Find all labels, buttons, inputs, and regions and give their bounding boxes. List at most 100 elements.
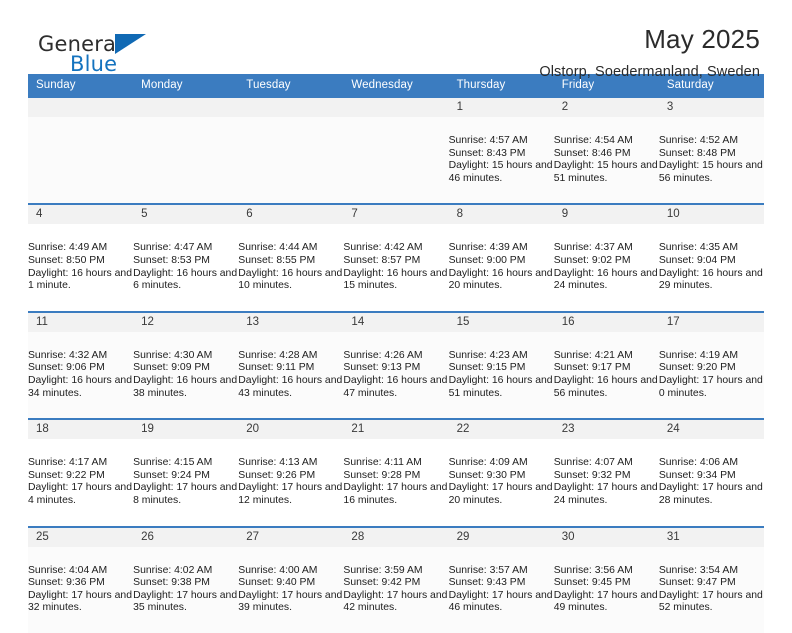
daylight-text: Daylight: 15 hours and 56 minutes. (658, 160, 763, 184)
calendar-day-cell[interactable]: 10 Sunrise: 4:35 AM Sunset: 9:04 PM Dayligh… (658, 203, 764, 312)
day-info: Sunrise: 4:02 AM Sunset: 9:38 PM Daylight:… (133, 548, 238, 631)
sunrise-text: Sunrise: 4:02 AM (133, 564, 213, 576)
sunset-text: Sunset: 8:55 PM (238, 254, 316, 266)
calendar-day-cell[interactable]: 4 Sunrise: 4:49 AM Sunset: 8:50 PM Daylight… (28, 203, 134, 312)
day-info: Sunrise: 4:39 AM Sunset: 9:00 PM Daylight:… (449, 225, 554, 308)
daylight-text: Daylight: 17 hours and 46 minutes. (448, 589, 553, 614)
calendar-day-cell[interactable]: 20 Sunrise: 4:13 AM Sunset: 9:26 PM Dayligh… (238, 418, 344, 527)
sunrise-text: Sunrise: 4:11 AM (343, 457, 422, 469)
general-blue-logo[interactable]: General Blue (38, 26, 168, 80)
calendar-day-cell[interactable]: 24 Sunrise: 4:06 AM Sunset: 9:34 PM Dayligh… (658, 418, 764, 527)
calendar-day-cell[interactable]: 26 Sunrise: 4:02 AM Sunset: 9:38 PM Dayligh… (133, 525, 239, 633)
calendar-day-cell[interactable]: 16 Sunrise: 4:21 AM Sunset: 9:17 PM Dayligh… (553, 310, 659, 420)
sunrise-text: Sunrise: 4:32 AM (28, 349, 108, 361)
daylight-text: Daylight: 16 hours and 15 minutes. (343, 267, 448, 292)
calendar-day-cell[interactable]: 8 Sunrise: 4:39 AM Sunset: 9:00 PM Daylight… (448, 203, 554, 312)
sunrise-text: Sunrise: 4:30 AM (133, 349, 213, 361)
day-number: 2 (553, 98, 659, 117)
sunrise-text: Sunrise: 4:04 AM (28, 564, 108, 576)
sunrise-text: Sunrise: 4:17 AM (28, 457, 108, 469)
daylight-text: Daylight: 15 hours and 46 minutes. (448, 160, 553, 184)
calendar-day-cell[interactable]: 2 Sunrise: 4:54 AM Sunset: 8:46 PM Daylight… (553, 95, 659, 205)
day-number-band (133, 98, 239, 117)
day-info: Sunrise: 3:56 AM Sunset: 9:45 PM Daylight:… (554, 548, 659, 631)
daylight-text: Daylight: 17 hours and 42 minutes. (343, 589, 448, 614)
daylight-text: Daylight: 17 hours and 49 minutes. (553, 589, 658, 614)
calendar-cell-empty (343, 95, 449, 205)
calendar-day-cell[interactable]: 27 Sunrise: 4:00 AM Sunset: 9:40 PM Dayligh… (238, 525, 344, 633)
calendar-day-cell[interactable]: 29 Sunrise: 3:57 AM Sunset: 9:43 PM Dayligh… (448, 525, 554, 633)
calendar-day-cell[interactable]: 23 Sunrise: 4:07 AM Sunset: 9:32 PM Dayligh… (553, 418, 659, 527)
day-info: Sunrise: 4:30 AM Sunset: 9:09 PM Daylight:… (133, 333, 238, 416)
sunset-text: Sunset: 9:15 PM (448, 362, 526, 374)
calendar-day-cell[interactable]: 3 Sunrise: 4:52 AM Sunset: 8:48 PM Daylight… (658, 95, 764, 205)
calendar-day-cell[interactable]: 21 Sunrise: 4:11 AM Sunset: 9:28 PM Dayligh… (343, 418, 449, 527)
sunrise-text: Sunrise: 4:13 AM (238, 457, 318, 469)
daylight-text: Daylight: 17 hours and 52 minutes. (658, 589, 763, 614)
daylight-text: Daylight: 17 hours and 16 minutes. (343, 482, 448, 506)
calendar-day-cell[interactable]: 19 Sunrise: 4:15 AM Sunset: 9:24 PM Dayligh… (133, 418, 239, 527)
title-block: May 2025 Olstorp, Soedermanland, Sweden (539, 25, 764, 81)
day-info: Sunrise: 4:32 AM Sunset: 9:06 PM Daylight:… (28, 333, 133, 416)
sunrise-text: Sunrise: 4:19 AM (658, 349, 738, 361)
calendar-day-cell[interactable]: 13 Sunrise: 4:28 AM Sunset: 9:11 PM Dayligh… (238, 310, 344, 420)
day-number-band (238, 98, 344, 117)
sunrise-text: Sunrise: 4:49 AM (28, 242, 108, 254)
calendar-day-cell[interactable]: 1 Sunrise: 4:57 AM Sunset: 8:43 PM Daylight… (448, 95, 554, 205)
daylight-text: Daylight: 17 hours and 24 minutes. (553, 482, 658, 506)
calendar-day-cell[interactable]: 12 Sunrise: 4:30 AM Sunset: 9:09 PM Dayligh… (133, 310, 239, 420)
calendar-day-cell[interactable]: 5 Sunrise: 4:47 AM Sunset: 8:53 PM Daylight… (133, 203, 239, 312)
calendar-day-cell[interactable]: 18 Sunrise: 4:17 AM Sunset: 9:22 PM Dayligh… (28, 418, 134, 527)
calendar-day-cell[interactable]: 14 Sunrise: 4:26 AM Sunset: 9:13 PM Dayligh… (343, 310, 449, 420)
calendar-day-cell[interactable]: 25 Sunrise: 4:04 AM Sunset: 9:36 PM Dayligh… (28, 525, 134, 633)
sunset-text: Sunset: 9:43 PM (448, 577, 526, 589)
calendar-day-cell[interactable]: 7 Sunrise: 4:42 AM Sunset: 8:57 PM Daylight… (343, 203, 449, 312)
daylight-text: Daylight: 17 hours and 39 minutes. (238, 589, 343, 614)
sunrise-text: Sunrise: 4:47 AM (133, 242, 213, 254)
day-number: 17 (658, 312, 764, 332)
calendar-day-cell[interactable]: 17 Sunrise: 4:19 AM Sunset: 9:20 PM Dayligh… (658, 310, 764, 420)
sunrise-text: Sunrise: 4:57 AM (448, 135, 528, 146)
daylight-text: Daylight: 16 hours and 20 minutes. (448, 267, 553, 292)
daylight-text: Daylight: 16 hours and 29 minutes. (658, 267, 763, 292)
day-number: 6 (238, 205, 344, 225)
sunrise-text: Sunrise: 3:59 AM (343, 564, 423, 576)
sunset-text: Sunset: 9:24 PM (133, 469, 210, 481)
calendar-cell-empty (238, 95, 344, 205)
sunrise-text: Sunrise: 4:28 AM (238, 349, 318, 361)
daylight-text: Daylight: 16 hours and 47 minutes. (343, 374, 448, 399)
calendar-day-cell[interactable]: 31 Sunrise: 3:54 AM Sunset: 9:47 PM Dayligh… (658, 525, 764, 633)
daylight-text: Daylight: 16 hours and 6 minutes. (133, 267, 238, 292)
daylight-text: Daylight: 17 hours and 28 minutes. (658, 482, 763, 506)
day-info: Sunrise: 4:54 AM Sunset: 8:46 PM Daylight:… (554, 118, 659, 201)
sunrise-text: Sunrise: 4:42 AM (343, 242, 423, 254)
calendar-day-cell[interactable]: 9 Sunrise: 4:37 AM Sunset: 9:02 PM Daylight… (553, 203, 659, 312)
sunrise-text: Sunrise: 4:07 AM (553, 457, 633, 469)
page-header: General Blue May 2025 Olstorp, Soederman… (28, 0, 764, 80)
triangle-logo-icon (115, 34, 146, 54)
sunrise-text: Sunrise: 4:39 AM (448, 242, 528, 254)
location-subtitle: Olstorp, Soedermanland, Sweden (539, 64, 760, 81)
weekday-header-wednesday: Wednesday (343, 74, 449, 97)
calendar-body: 1 Sunrise: 4:57 AM Sunset: 8:43 PM Daylight… (28, 95, 764, 633)
calendar-day-cell[interactable]: 6 Sunrise: 4:44 AM Sunset: 8:55 PM Daylight… (238, 203, 344, 312)
calendar-day-cell[interactable]: 15 Sunrise: 4:23 AM Sunset: 9:15 PM Dayligh… (448, 310, 554, 420)
calendar-day-cell[interactable]: 28 Sunrise: 3:59 AM Sunset: 9:42 PM Dayligh… (343, 525, 449, 633)
calendar-day-cell[interactable]: 22 Sunrise: 4:09 AM Sunset: 9:30 PM Dayligh… (448, 418, 554, 527)
day-number: 11 (28, 312, 134, 332)
daylight-text: Daylight: 16 hours and 24 minutes. (553, 267, 658, 292)
sunrise-text: Sunrise: 3:57 AM (448, 564, 528, 576)
logo-text-blue: Blue (70, 52, 118, 76)
sunset-text: Sunset: 9:32 PM (553, 469, 631, 481)
calendar-day-cell[interactable]: 30 Sunrise: 3:56 AM Sunset: 9:45 PM Dayligh… (553, 525, 659, 633)
daylight-text: Daylight: 16 hours and 38 minutes. (133, 374, 238, 399)
day-number: 7 (343, 205, 449, 225)
sunset-text: Sunset: 9:28 PM (343, 469, 421, 481)
calendar-week-row: 25 Sunrise: 4:04 AM Sunset: 9:36 PM Dayligh… (28, 525, 764, 633)
day-number: 31 (658, 527, 764, 547)
calendar-day-cell[interactable]: 11 Sunrise: 4:32 AM Sunset: 9:06 PM Dayligh… (28, 310, 134, 420)
sunset-text: Sunset: 9:17 PM (553, 362, 631, 374)
day-number: 18 (28, 420, 134, 440)
sunset-text: Sunset: 9:13 PM (343, 362, 421, 374)
sunset-text: Sunset: 9:40 PM (238, 577, 316, 589)
